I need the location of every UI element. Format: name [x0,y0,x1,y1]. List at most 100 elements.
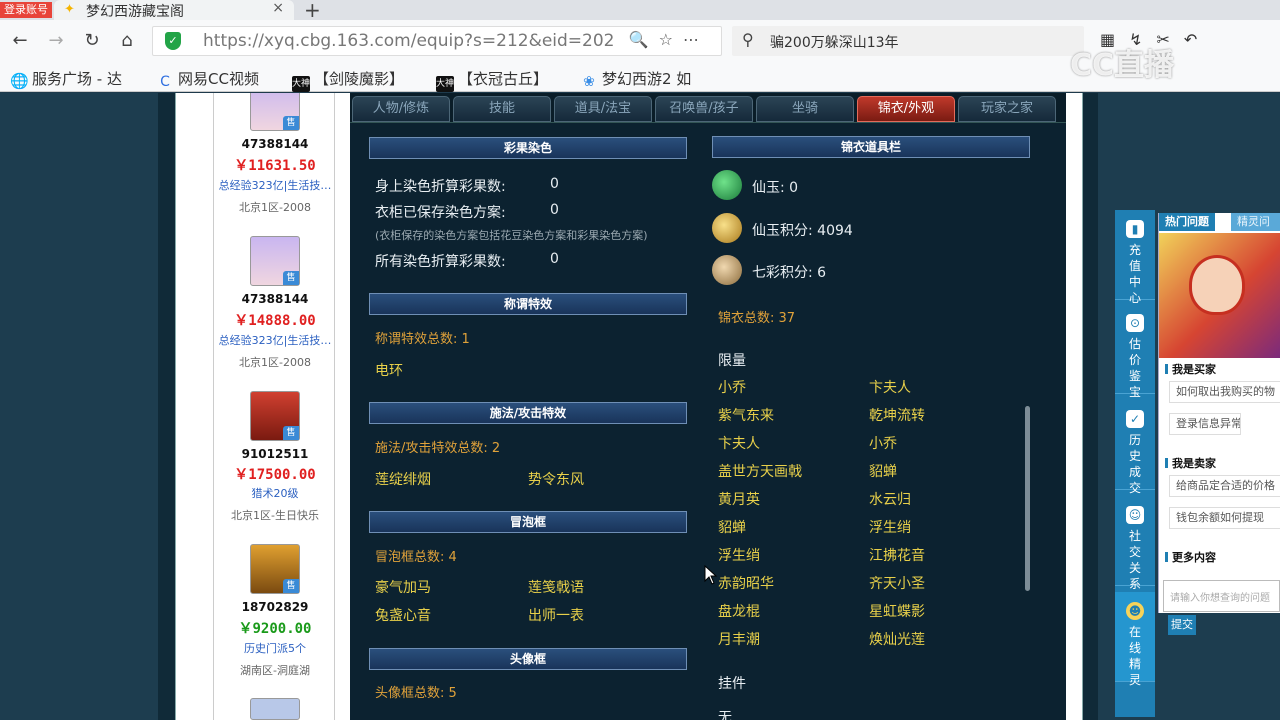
avatar[interactable]: 售 [250,544,300,594]
sale-badge: 售 [283,271,299,285]
avatar[interactable]: 售 [250,236,300,286]
dashen-icon: 大神 [292,76,310,92]
jade-icon [712,170,742,200]
list-item[interactable]: 售 47388144 ￥14888.00 总经验323亿|生活技… 北京1区-2… [214,236,336,391]
bookmark-service[interactable]: 🌐 服务广场 - 达 [10,68,122,89]
sprite-icon: ☻ [1126,602,1144,620]
sale-badge: 售 [283,426,299,440]
limited-item: 江拂花音 [869,548,925,564]
list-item[interactable]: 售 47388144 ￥11631.50 总经验323亿|生活技… 北京1区-2… [214,93,336,248]
tab-mounts[interactable]: 坐骑 [756,96,854,122]
item-price: ￥17500.00 [234,467,316,483]
limited-item: 小乔 [718,380,746,396]
tab-sprite-qa[interactable]: 精灵问答 [1231,213,1280,246]
address-bar-actions[interactable]: 🔍☆⋯ [629,30,709,49]
limited-item: 卞夫人 [718,436,760,452]
help-submit-button[interactable]: 提交 [1168,615,1196,635]
history-icon: ✓ [1126,410,1144,428]
item-desc[interactable]: 猎术20级 [214,485,336,501]
bubble-count: 冒泡框总数: 4 [375,550,457,565]
limited-item: 赤韵昭华 [718,576,774,592]
service-appraise[interactable]: ⊙ 估价鉴宝 [1115,304,1155,399]
avatar[interactable]: 售 [250,93,300,131]
more-title[interactable]: 更多内容 [1165,549,1216,565]
service-history[interactable]: ✓ 历史成交 [1115,400,1155,495]
item-price: ￥11631.50 [234,158,316,174]
bookmark-cc[interactable]: C 网易CC视频 [156,68,259,90]
forward-icon[interactable]: → [44,29,68,53]
help-panel: 热门问题 精灵问答 我是买家 如何取出我购买的物 登录信息异常 我是卖家 给商品… [1158,213,1280,613]
tab-home[interactable]: 玩家之家 [958,96,1056,122]
browser-tab[interactable]: ✦ 梦幻西游藏宝阁 × [54,0,294,20]
section-props-title: 锦衣道具栏 [712,136,1030,158]
search-box[interactable]: ⚲ 骗200万躲深山13年 [732,26,1084,56]
seller-question[interactable]: 钱包余额如何提现 [1169,507,1280,529]
item-price: ￥14888.00 [234,313,316,329]
title-effect-item: 电环 [375,363,403,379]
limited-item: 浮生绡 [718,548,760,564]
tab-items[interactable]: 道具/法宝 [554,96,652,122]
list-item[interactable]: 售 91012511 ￥17500.00 猎术20级 北京1区-生日快乐 [214,391,336,546]
service-bar: ▮ 充值中心 ⊙ 估价鉴宝 ✓ 历史成交 ☺ 社交关系 ☻ 在线精灵 [1115,210,1155,717]
limited-item: 月丰潮 [718,632,760,648]
item-price: ￥9200.00 [238,621,312,637]
home-icon[interactable]: ⌂ [115,29,139,53]
limited-item: 乾坤流转 [869,408,925,424]
tab-character[interactable]: 人物/修炼 [352,96,450,122]
pendant-label: 挂件 [718,676,746,692]
secure-shield-icon: ✓ [165,32,181,50]
avatar[interactable]: 售 [250,391,300,441]
bookmark-jianling[interactable]: 大神 【剑陵魔影】 [292,68,404,92]
login-badge[interactable]: 登录账号 [0,2,52,18]
character-art [1189,255,1245,315]
limited-item: 齐天小圣 [869,576,925,592]
social-icon: ☺ [1126,506,1144,524]
item-desc[interactable]: 历史门派5个 [214,640,336,656]
help-question-input[interactable]: 请输入你想查询的问题 [1163,580,1280,612]
item-id: 18702829 [241,600,309,614]
limited-item: 紫气东来 [718,408,774,424]
prop-rainbow-points: 七彩积分: 6 [752,265,827,281]
item-desc[interactable]: 总经验323亿|生活技… [214,332,336,348]
service-social[interactable]: ☺ 社交关系 [1115,496,1155,591]
bookmark-yiguan[interactable]: 大神 【衣冠古丘】 [436,68,548,92]
bookmark-mhxy[interactable]: ❀ 梦幻西游2 如 [580,68,691,90]
limited-item: 盘龙棍 [718,604,760,620]
tab-hot-questions[interactable]: 热门问题 [1159,213,1215,231]
browser-tab-bar: 登录账号 ✦ 梦幻西游藏宝阁 × + [0,0,1280,22]
limited-item: 星虹蝶影 [869,604,925,620]
dashen-icon: 大神 [436,76,454,92]
rainbow-points-icon [712,255,742,285]
tab-skills[interactable]: 技能 [453,96,551,122]
avatar[interactable] [250,698,300,720]
cc-icon: C [160,74,170,90]
tab-outfits[interactable]: 锦衣/外观 [857,96,955,122]
paw-icon: ❀ [583,74,595,90]
tab-summons[interactable]: 召唤兽/孩子 [655,96,753,122]
outfit-total: 锦衣总数: 37 [718,311,796,326]
buyer-question[interactable]: 登录信息异常 [1169,413,1241,435]
pendant-value: 无 [718,710,732,720]
item-id: 47388144 [241,137,309,151]
reload-icon[interactable]: ↻ [80,29,104,53]
panel-body: 彩果染色 身上染色折算彩果数: 0 衣柜已保存染色方案: 0 (衣柜保存的染色方… [350,122,1066,720]
appraise-icon: ⊙ [1126,314,1144,332]
listing-column: 售 47388144 ￥11631.50 总经验323亿|生活技… 北京1区-2… [213,93,335,720]
section-cast-effect-title: 施法/攻击特效 [369,402,687,424]
address-bar[interactable]: ✓ https://xyq.cbg.163.com/equip?s=212&ei… [152,26,722,56]
service-sprite[interactable]: ☻ 在线精灵 [1115,592,1155,687]
seller-question[interactable]: 给商品定合适的价格 [1169,475,1280,497]
back-icon[interactable]: ← [8,29,32,53]
item-desc[interactable]: 总经验323亿|生活技… [214,177,336,193]
limited-item: 卞夫人 [869,380,911,396]
panel-scrollbar[interactable] [1025,406,1030,591]
item-id: 47388144 [241,292,309,306]
new-tab-button[interactable]: + [304,0,321,22]
service-recharge[interactable]: ▮ 充值中心 [1115,210,1155,305]
list-item[interactable]: 售 18702829 ￥9200.00 历史门派5个 湖南区-洞庭湖 [214,544,336,699]
prop-jade-points: 仙玉积分: 4094 [752,223,853,239]
dye-note: (衣柜保存的染色方案包括花豆染色方案和彩果染色方案) [375,229,648,242]
tab-close-icon[interactable]: × [272,0,284,16]
buyer-question[interactable]: 如何取出我购买的物 [1169,381,1280,403]
cast-effect-count: 施法/攻击特效总数: 2 [375,441,501,456]
